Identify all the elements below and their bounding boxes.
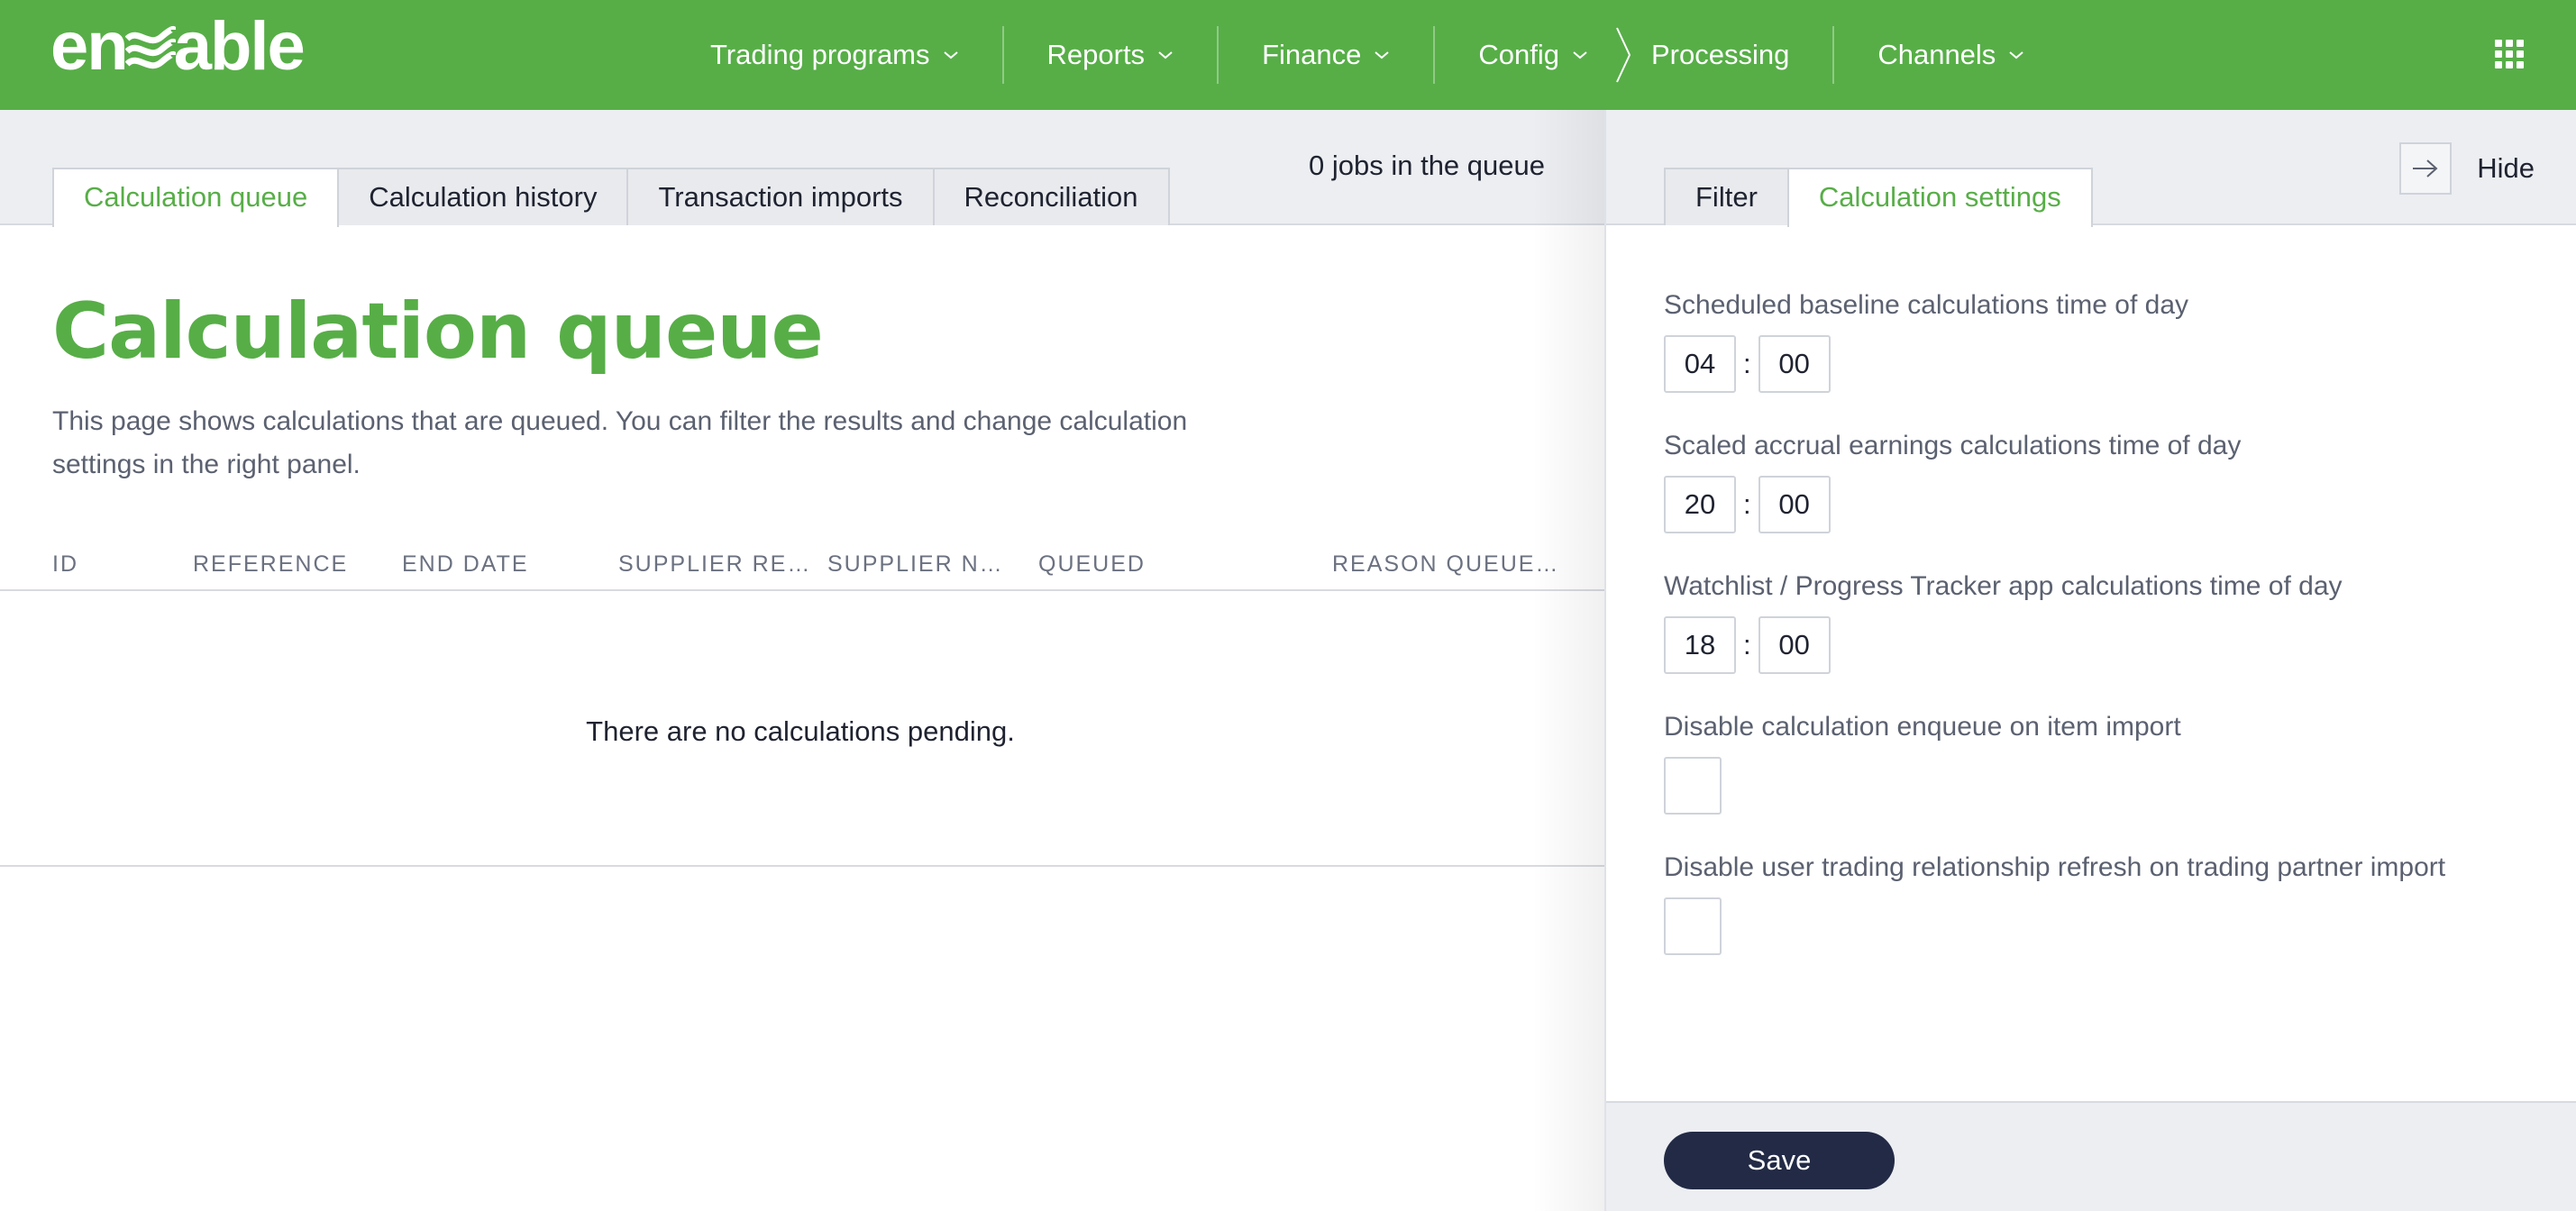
hour-input[interactable]: 04 [1664,335,1736,393]
chevron-down-icon [2009,51,2023,59]
app-grid-icon[interactable] [2495,40,2524,68]
nav-finance[interactable]: Finance [1219,26,1433,84]
setting-label: Scaled accrual earnings calculations tim… [1664,431,2242,460]
table-header: ID REFERENCE END DATE SUPPLIER RE… SUPPL… [0,551,1604,591]
tab-transaction-imports[interactable]: Transaction imports [626,168,935,225]
nav-label: Trading programs [710,39,930,70]
column-header-id[interactable]: ID [52,551,78,578]
main-tabbar: Calculation queue Calculation history Tr… [0,110,1604,227]
nav-label: Channels [1877,39,1996,70]
panel-tabs: Filter Calculation settings [1664,168,2093,227]
setting-label: Scheduled baseline calculations time of … [1664,290,2189,320]
empty-table-message: There are no calculations pending. [586,715,1015,747]
logo-wave-icon [124,25,176,69]
minute-input[interactable]: 00 [1758,476,1831,533]
page-title: Calculation queue [52,287,824,377]
chevron-down-icon [943,51,958,59]
time-separator: : [1743,629,1751,660]
time-separator: : [1743,348,1751,379]
setting-baseline-time: Scheduled baseline calculations time of … [1664,290,2547,393]
panel-footer: Save [1606,1101,2576,1211]
nav-label: Processing [1650,39,1790,70]
tab-calculation-settings[interactable]: Calculation settings [1786,168,2093,227]
column-header-queued[interactable]: QUEUED [1038,551,1146,578]
main-content: Calculation queue Calculation history Tr… [0,110,1604,1211]
hide-label: Hide [2477,152,2535,184]
column-header-supplier-name[interactable]: SUPPLIER N… [827,551,1004,578]
nav-channels[interactable]: Channels [1834,26,2068,84]
checkbox-label: Disable user trading relationship refres… [1664,852,2446,882]
panel-tabbar: Filter Calculation settings Hide [1606,110,2576,227]
main-tabs: Calculation queue Calculation history Tr… [52,168,1170,227]
enable-logo[interactable]: en able [50,13,306,81]
arrow-right-icon [2399,142,2453,195]
tab-calculation-history[interactable]: Calculation history [337,168,629,225]
setting-watchlist-time: Watchlist / Progress Tracker app calcula… [1664,571,2547,674]
top-nav: en able Trading programs Reports Finance… [0,0,2576,110]
setting-disable-enqueue: Disable calculation enqueue on item impo… [1664,712,2547,815]
time-separator: : [1743,488,1751,520]
disable-relationship-refresh-checkbox[interactable] [1664,897,1722,955]
disable-enqueue-checkbox[interactable] [1664,757,1722,815]
chevron-down-icon [1573,51,1587,59]
tab-reconciliation[interactable]: Reconciliation [932,168,1170,225]
save-button[interactable]: Save [1664,1132,1895,1189]
minute-input[interactable]: 00 [1758,335,1831,393]
nav-label: Reports [1046,39,1146,70]
logo-text-right: able [173,8,306,85]
queue-count: 0 jobs in the queue [1309,150,1545,181]
column-header-reason-queued[interactable]: REASON QUEUE… [1332,551,1559,578]
main-menu: Trading programs Reports Finance Config … [667,0,2068,110]
column-header-supplier-reference[interactable]: SUPPLIER RE… [618,551,811,578]
logo-text-left: en [50,8,129,85]
checkbox-label: Disable calculation enqueue on item impo… [1664,712,2181,742]
hour-input[interactable]: 20 [1664,476,1736,533]
setting-accrual-time: Scaled accrual earnings calculations tim… [1664,431,2547,533]
table-bottom-divider [0,865,1604,867]
minute-input[interactable]: 00 [1758,616,1831,674]
nav-label: Config [1478,39,1559,70]
column-header-reference[interactable]: REFERENCE [193,551,348,578]
nav-processing[interactable]: Processing [1639,26,1832,84]
panel-shadow [1532,110,1604,1211]
setting-label: Watchlist / Progress Tracker app calcula… [1664,571,2343,601]
chevron-right-divider-icon [1616,27,1631,83]
nav-config[interactable]: Config [1435,26,1631,84]
hour-input[interactable]: 18 [1664,616,1736,674]
hide-panel-button[interactable]: Hide [2399,142,2535,195]
nav-reports[interactable]: Reports [1004,26,1218,84]
column-header-end-date[interactable]: END DATE [402,551,529,578]
nav-label: Finance [1262,39,1362,70]
chevron-down-icon [1158,51,1173,59]
calculation-settings-form: Scheduled baseline calculations time of … [1664,290,2547,993]
nav-trading-programs[interactable]: Trading programs [667,26,1002,84]
page-description: This page shows calculations that are qu… [52,406,1188,479]
tab-calculation-queue[interactable]: Calculation queue [52,168,340,227]
chevron-down-icon [1375,51,1390,59]
tab-filter[interactable]: Filter [1664,168,1789,225]
side-panel: Filter Calculation settings Hide Schedul… [1604,110,2576,1211]
setting-disable-relationship-refresh: Disable user trading relationship refres… [1664,852,2547,955]
